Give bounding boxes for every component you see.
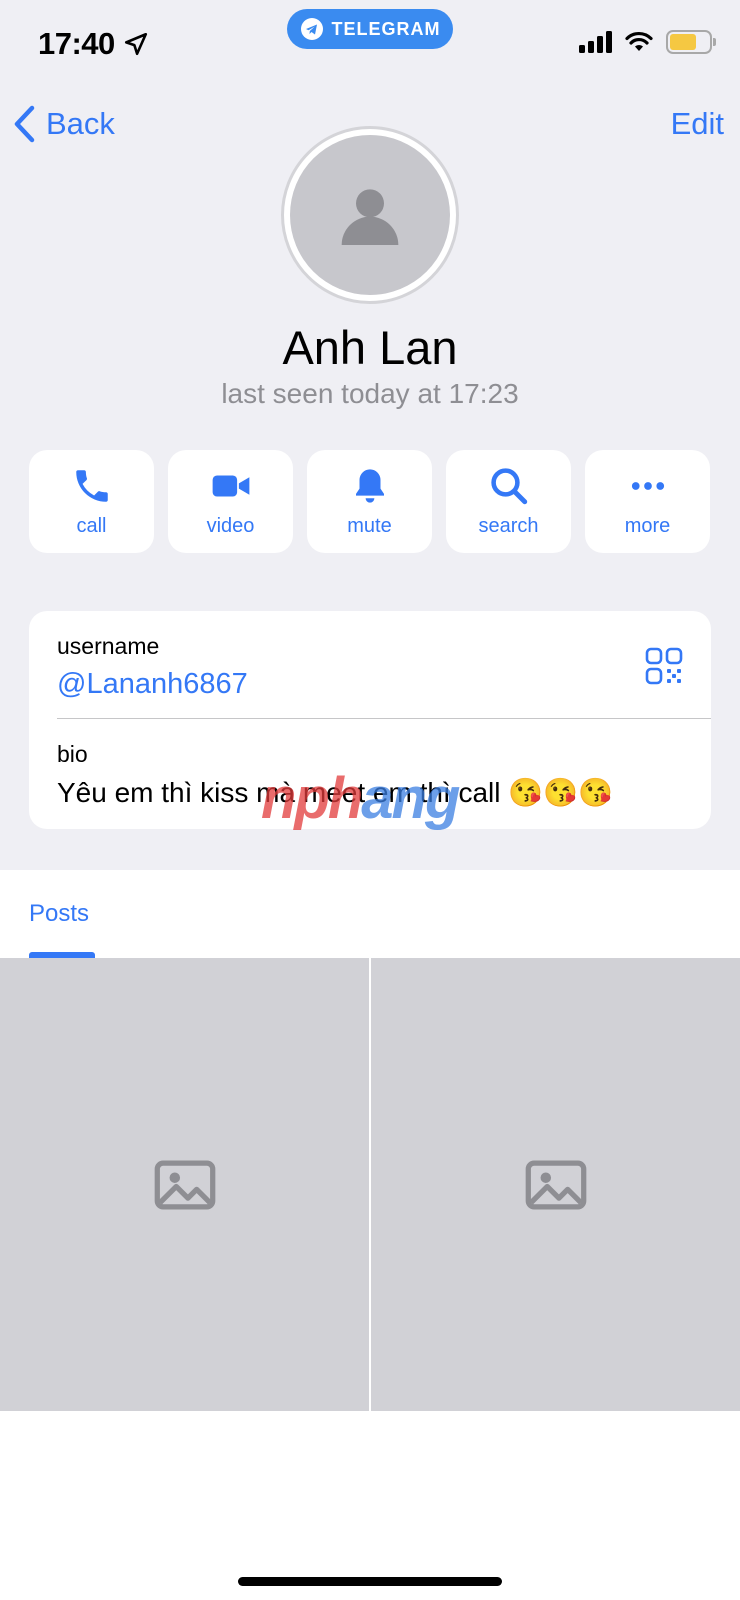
- tab-posts[interactable]: Posts: [29, 900, 89, 928]
- status-bar: 17:40 TELEGRAM: [0, 0, 740, 90]
- home-indicator[interactable]: [238, 1577, 502, 1586]
- qr-code-icon[interactable]: [645, 647, 683, 685]
- ellipsis-icon: [631, 482, 664, 490]
- username-value[interactable]: @Lananh6867: [57, 668, 248, 701]
- action-buttons: call video mute search more: [29, 450, 710, 553]
- battery-icon: [666, 30, 716, 54]
- more-button-label: more: [624, 515, 671, 537]
- bio-value: Yêu em thì kiss mà meet em thì call 😘😘😘: [57, 777, 613, 808]
- search-icon: [490, 468, 527, 505]
- photo-placeholder-icon: [341, 189, 399, 245]
- video-camera-icon: [212, 475, 249, 497]
- search-button-label: search: [478, 515, 539, 537]
- username-label: username: [57, 633, 160, 659]
- wifi-icon: [625, 31, 653, 51]
- status-time-text: 17:40: [38, 26, 115, 61]
- mute-button[interactable]: mute: [307, 450, 432, 553]
- telegram-icon: [300, 18, 323, 40]
- profile-name: Anh Lan: [282, 321, 458, 374]
- call-button-label: call: [76, 515, 107, 537]
- location-arrow-icon: [124, 32, 147, 56]
- bell-icon: [355, 469, 384, 503]
- telegram-pill[interactable]: TELEGRAM: [287, 9, 453, 49]
- image-placeholder-icon: [154, 1160, 215, 1209]
- info-card: username @Lananh6867 bio Yêu em thì kiss…: [29, 611, 711, 829]
- back-button[interactable]: Back: [12, 104, 115, 144]
- posts-grid: [0, 958, 740, 1411]
- more-button[interactable]: more: [585, 450, 710, 553]
- bio-row: bio Yêu em thì kiss mà meet em thì call …: [57, 741, 613, 809]
- telegram-pill-label: TELEGRAM: [331, 18, 441, 39]
- cellular-signal-icon: [579, 31, 612, 53]
- search-button[interactable]: search: [446, 450, 571, 553]
- avatar-placeholder: [290, 135, 450, 295]
- phone-icon: [75, 470, 108, 502]
- mute-button-label: mute: [347, 515, 392, 537]
- video-button[interactable]: video: [168, 450, 293, 553]
- profile-avatar[interactable]: [281, 126, 459, 304]
- last-seen-status: last seen today at 17:23: [221, 378, 519, 409]
- posts-section: Posts: [0, 870, 740, 1600]
- post-thumbnail[interactable]: [0, 958, 369, 1411]
- username-row[interactable]: username @Lananh6867: [57, 633, 248, 701]
- video-button-label: video: [206, 515, 255, 537]
- call-button[interactable]: call: [29, 450, 154, 553]
- image-placeholder-icon: [525, 1160, 586, 1209]
- status-time: 17:40: [38, 26, 149, 62]
- post-thumbnail[interactable]: [371, 958, 740, 1411]
- chevron-left-icon: [14, 105, 35, 143]
- edit-button[interactable]: Edit: [671, 106, 724, 142]
- battery-fill: [670, 34, 696, 50]
- status-indicators: [579, 30, 716, 54]
- bio-label: bio: [57, 741, 88, 767]
- info-divider: [57, 718, 711, 719]
- back-button-label: Back: [46, 106, 115, 141]
